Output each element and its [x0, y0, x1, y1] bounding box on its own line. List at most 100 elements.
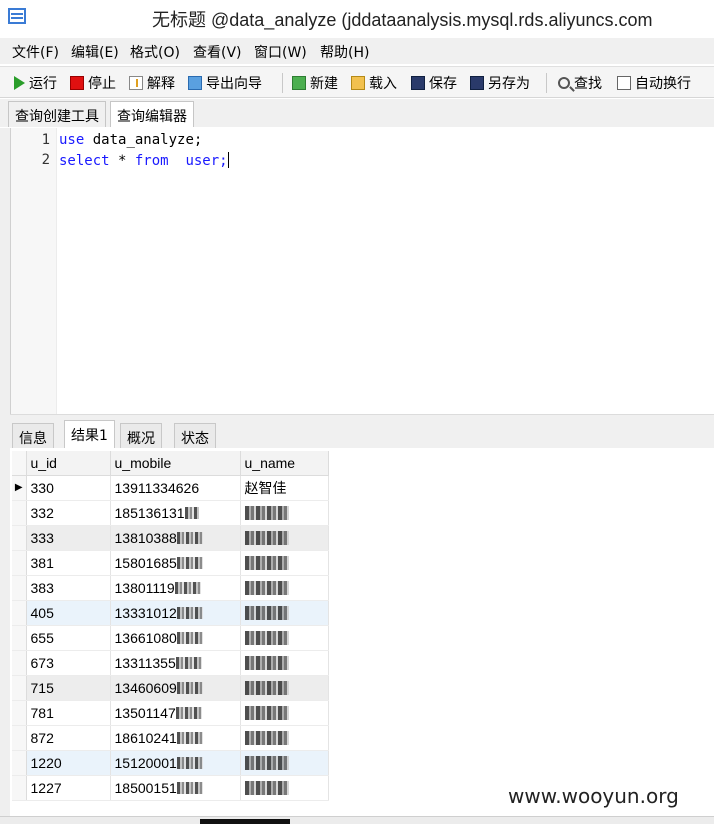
cell-u-mobile[interactable]: 13801119 — [110, 575, 241, 601]
cell-u-mobile[interactable]: 13810388 — [110, 525, 241, 551]
cell-u-name[interactable] — [240, 600, 329, 626]
cell-u-name[interactable]: 赵智佳 — [240, 475, 329, 501]
cell-u-name[interactable] — [240, 500, 329, 526]
table-row[interactable]: 655 13661080 — [12, 625, 329, 651]
cell-u-name[interactable] — [240, 525, 329, 551]
text-caret — [227, 152, 229, 168]
tab-query-editor[interactable]: 查询编辑器 — [110, 101, 194, 127]
cell-u-name[interactable] — [240, 675, 329, 701]
menu-help[interactable]: 帮助(H) — [320, 42, 369, 62]
cell-u-mobile[interactable]: 13331012 — [110, 600, 241, 626]
redacted-digits — [176, 631, 203, 644]
cell-u-id[interactable]: 673 — [26, 650, 111, 676]
cell-u-mobile[interactable]: 13501147 — [110, 700, 241, 726]
cell-u-name[interactable] — [240, 575, 329, 601]
cell-u-id[interactable]: 1227 — [26, 775, 111, 801]
table-row[interactable]: 333 13810388 — [12, 525, 329, 551]
code-text: data_analyze; — [84, 132, 203, 148]
table-row[interactable]: 383 13801119 — [12, 575, 329, 601]
cell-u-id[interactable]: 715 — [26, 675, 111, 701]
mobile-text: 13311355 — [114, 654, 176, 671]
cell-u-id[interactable]: 381 — [26, 550, 111, 576]
cell-u-mobile[interactable]: 13311355 — [110, 650, 241, 676]
table-row[interactable]: 872 18610241 — [12, 725, 329, 751]
explain-button[interactable]: 解释 — [129, 73, 175, 93]
menu-file[interactable]: 文件(F) — [12, 42, 59, 62]
auto-wrap-button[interactable]: 自动换行 — [617, 73, 691, 93]
tab-query-builder[interactable]: 查询创建工具 — [8, 101, 106, 127]
run-button[interactable]: 运行 — [14, 73, 57, 93]
table-row[interactable]: 673 13311355 — [12, 650, 329, 676]
menu-window[interactable]: 窗口(W) — [254, 42, 307, 62]
cell-u-mobile[interactable]: 18500151 — [110, 775, 241, 801]
find-button[interactable]: 查找 — [558, 73, 602, 93]
cell-u-mobile[interactable]: 13661080 — [110, 625, 241, 651]
cell-u-mobile[interactable]: 15801685 — [110, 550, 241, 576]
table-row[interactable]: 781 13501147 — [12, 700, 329, 726]
cell-u-id[interactable]: 1220 — [26, 750, 111, 776]
result-grid[interactable]: u_id u_mobile u_name ▶ 330 13911334626 赵智佳 3… — [10, 448, 714, 816]
cell-u-id[interactable]: 383 — [26, 575, 111, 601]
cell-u-name[interactable] — [240, 775, 329, 801]
column-header-u-id[interactable]: u_id — [26, 451, 111, 476]
cell-u-id[interactable]: 332 — [26, 500, 111, 526]
cell-u-id[interactable]: 405 — [26, 600, 111, 626]
cell-u-name[interactable] — [240, 550, 329, 576]
menu-format[interactable]: 格式(O) — [130, 42, 180, 62]
column-header-u-name[interactable]: u_name — [240, 451, 329, 476]
cell-u-id[interactable]: 872 — [26, 725, 111, 751]
keyword: use — [59, 132, 85, 148]
column-header-u-mobile[interactable]: u_mobile — [110, 451, 241, 476]
table-row[interactable]: 1220 15120001 — [12, 750, 329, 776]
result-table: u_id u_mobile u_name ▶ 330 13911334626 赵智佳 3… — [12, 451, 329, 801]
table-row[interactable]: 405 13331012 — [12, 600, 329, 626]
mobile-text: 13810388 — [114, 529, 177, 546]
cell-u-name[interactable] — [240, 700, 329, 726]
save-button[interactable]: 保存 — [411, 73, 457, 93]
new-button[interactable]: 新建 — [292, 73, 338, 93]
toolbar-divider — [282, 73, 283, 93]
cell-u-mobile[interactable]: 13460609 — [110, 675, 241, 701]
tab-profile[interactable]: 概况 — [120, 423, 162, 449]
menu-edit[interactable]: 编辑(E) — [71, 42, 119, 62]
table-row[interactable]: 381 15801685 — [12, 550, 329, 576]
save-as-button[interactable]: 另存为 — [470, 73, 530, 93]
window-title: 无标题 @data_analyze (jddataanalysis.mysql.… — [152, 10, 653, 30]
redacted-digits — [176, 731, 203, 744]
redacted-name — [244, 705, 289, 720]
cell-u-name[interactable] — [240, 650, 329, 676]
wrap-icon — [617, 76, 631, 90]
tab-result1[interactable]: 结果1 — [64, 420, 115, 449]
table-row[interactable]: 1227 18500151 — [12, 775, 329, 801]
cell-u-id[interactable]: 781 — [26, 700, 111, 726]
export-icon — [188, 76, 202, 90]
cell-u-name[interactable] — [240, 750, 329, 776]
table-row[interactable]: ▶ 330 13911334626 赵智佳 — [12, 475, 329, 501]
export-wizard-button[interactable]: 导出向导 — [188, 73, 262, 93]
new-icon — [292, 76, 306, 90]
explain-icon — [129, 76, 143, 90]
menu-view[interactable]: 查看(V) — [193, 42, 242, 62]
cell-u-mobile[interactable]: 185136131 — [110, 500, 241, 526]
mobile-text: 13460609 — [114, 679, 177, 696]
sql-editor[interactable]: 1 2 use data_analyze; select * from user… — [10, 128, 714, 414]
tab-info[interactable]: 信息 — [12, 423, 54, 449]
cell-u-mobile[interactable]: 18610241 — [110, 725, 241, 751]
cell-u-name[interactable] — [240, 725, 329, 751]
watermark: www.wooyun.org — [508, 784, 679, 808]
stop-button[interactable]: 停止 — [70, 73, 116, 93]
table-row[interactable]: 332 185136131 — [12, 500, 329, 526]
auto-wrap-label: 自动换行 — [635, 76, 691, 92]
redacted-name — [244, 655, 289, 670]
cell-u-mobile[interactable]: 13911334626 — [110, 475, 241, 501]
cell-u-mobile[interactable]: 15120001 — [110, 750, 241, 776]
cell-u-id[interactable]: 330 — [26, 475, 111, 501]
status-bar — [0, 816, 714, 824]
table-row[interactable]: 715 13460609 — [12, 675, 329, 701]
cell-u-id[interactable]: 655 — [26, 625, 111, 651]
cell-u-name[interactable] — [240, 625, 329, 651]
cell-u-id[interactable]: 333 — [26, 525, 111, 551]
explain-label: 解释 — [147, 76, 175, 92]
tab-status[interactable]: 状态 — [174, 423, 216, 449]
load-button[interactable]: 载入 — [351, 73, 397, 93]
